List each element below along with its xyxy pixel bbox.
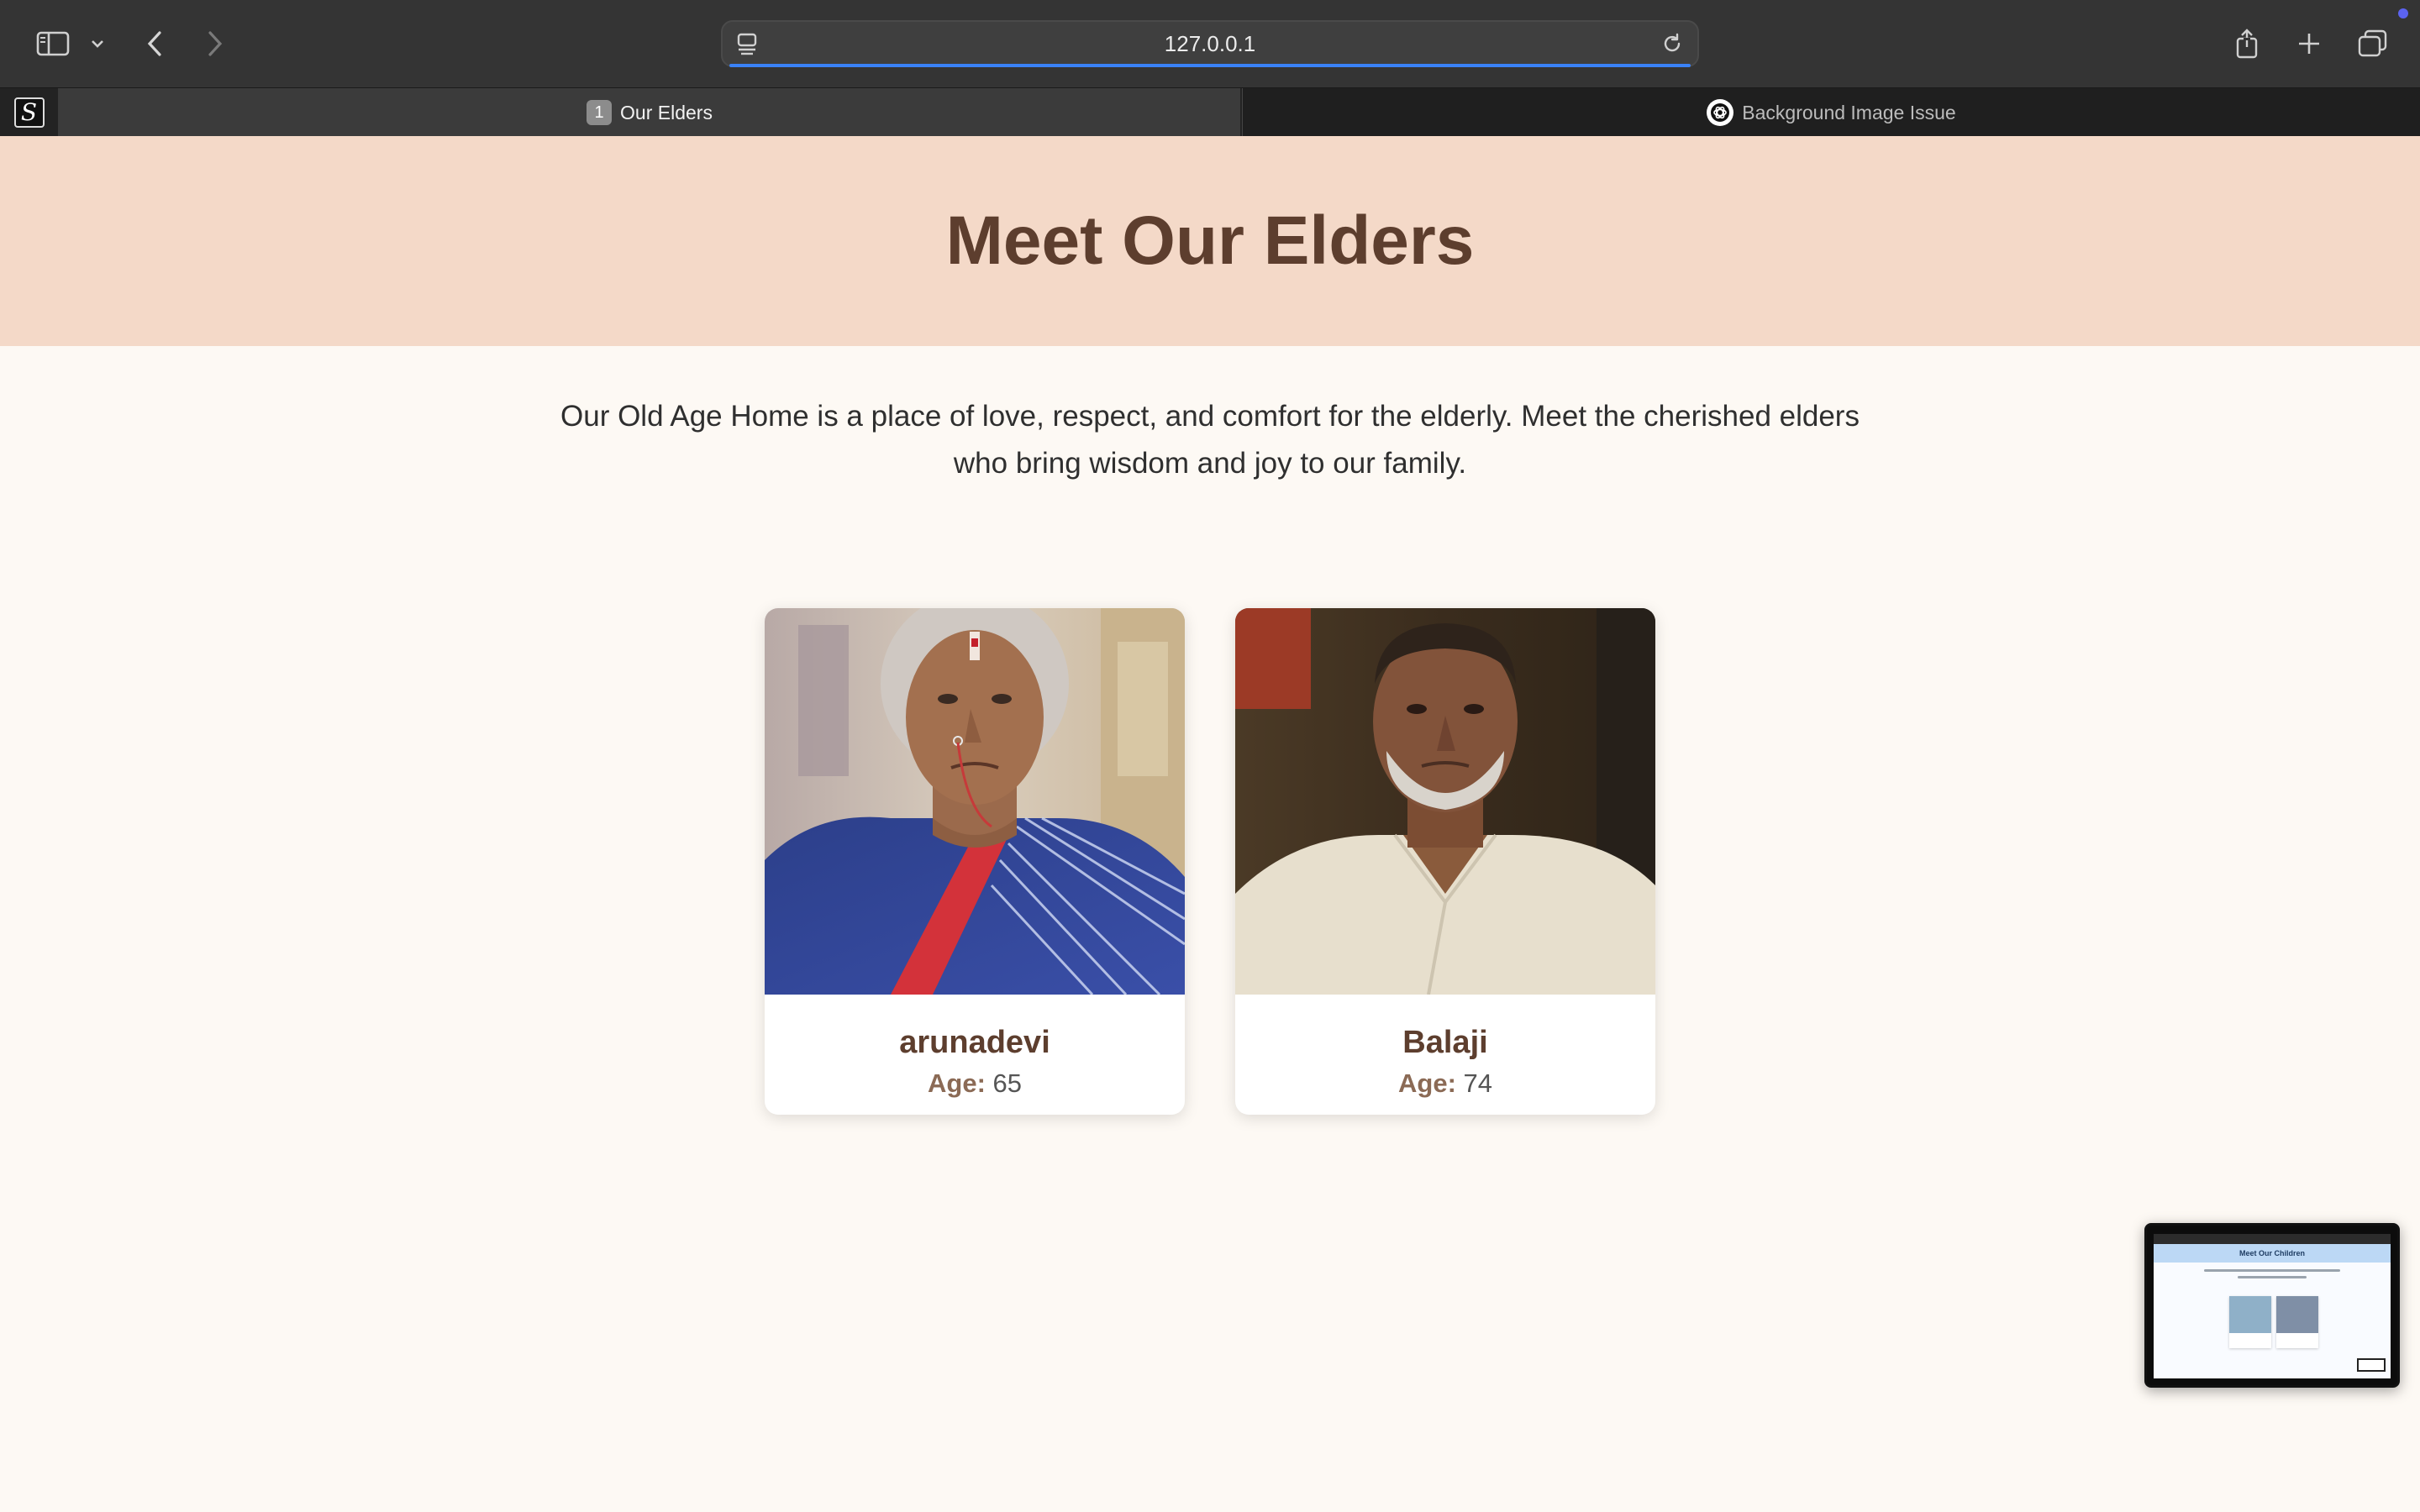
preview-screen: Meet Our Children [2154, 1234, 2391, 1378]
browser-toolbar: 127.0.0.1 [0, 0, 2420, 87]
page-title: Meet Our Elders [945, 202, 1475, 279]
forward-icon[interactable] [198, 22, 232, 66]
elder-name: Balaji [1402, 1025, 1488, 1060]
age-label: Age: [1398, 1068, 1456, 1098]
preview-card [2229, 1296, 2271, 1348]
intro-text: Our Old Age Home is a place of love, res… [560, 400, 1860, 480]
elder-photo [765, 608, 1185, 995]
elder-age: Age: 74 [1235, 1068, 1655, 1099]
tab-title: Our Elders [620, 101, 713, 123]
preview-card-image [2229, 1296, 2271, 1333]
preview-button [2357, 1358, 2386, 1372]
url-text: 127.0.0.1 [1164, 31, 1256, 56]
age-label: Age: [928, 1068, 986, 1098]
tab-number-badge: 1 [587, 100, 613, 125]
reload-icon[interactable] [1660, 32, 1684, 60]
notification-dot [2398, 8, 2408, 18]
age-value: 74 [1463, 1068, 1492, 1098]
chevron-down-icon[interactable] [87, 22, 108, 66]
chatgpt-favicon-icon [1707, 99, 1734, 126]
age-value: 65 [992, 1068, 1022, 1098]
tab-overview-icon[interactable] [2354, 22, 2391, 66]
focus-ring [729, 64, 1691, 67]
share-icon[interactable] [2230, 22, 2264, 66]
preview-text-line [2204, 1269, 2340, 1272]
tab-title: Background Image Issue [1742, 101, 1956, 123]
tab-our-elders[interactable]: 1 Our Elders [59, 88, 1240, 137]
preview-card [2276, 1296, 2318, 1348]
elder-card: Balaji Age: 74 [1235, 608, 1655, 1115]
elder-card: arunadevi Age: 65 [765, 608, 1185, 1115]
pinned-tab[interactable]: S [0, 88, 59, 137]
address-bar[interactable]: 127.0.0.1 [721, 20, 1699, 67]
new-tab-icon[interactable] [2292, 22, 2326, 66]
elder-name: arunadevi [899, 1025, 1050, 1060]
preview-chrome [2154, 1234, 2391, 1244]
preview-title: Meet Our Children [2154, 1244, 2391, 1263]
sidebar-toggle-icon[interactable] [30, 22, 76, 66]
pinned-site-logo-icon: S [13, 97, 45, 128]
back-icon[interactable] [138, 22, 171, 66]
floating-preview-thumbnail[interactable]: Meet Our Children [2144, 1223, 2400, 1388]
elder-age: Age: 65 [765, 1068, 1185, 1099]
page-header: Meet Our Elders [0, 136, 2420, 346]
tab-background-image-issue[interactable]: Background Image Issue [1242, 88, 2420, 137]
preview-text-line [2238, 1276, 2307, 1278]
elder-photo [1235, 608, 1655, 995]
preview-card-image [2276, 1296, 2318, 1333]
tab-bar: S 1 Our Elders Background Image Issue [0, 87, 2420, 137]
